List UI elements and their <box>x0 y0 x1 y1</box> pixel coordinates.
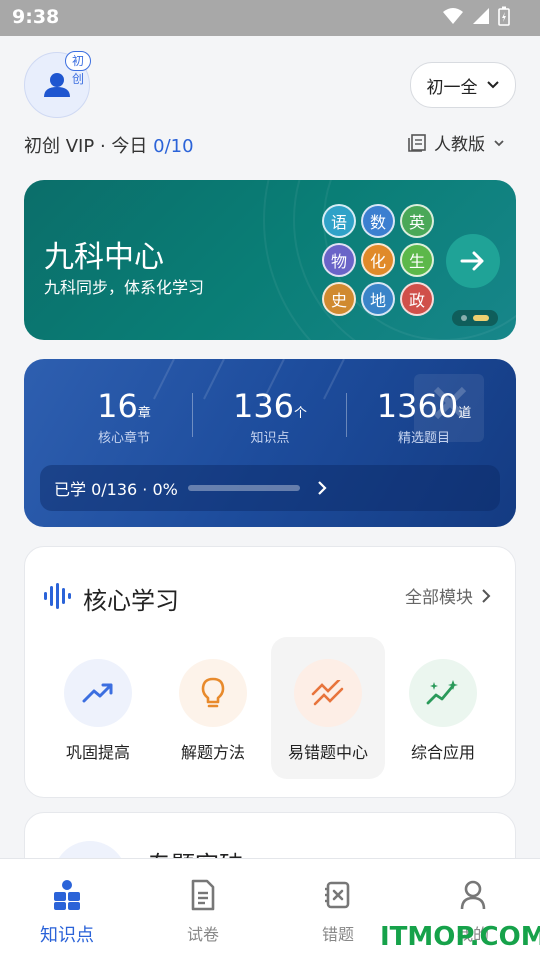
enter-button[interactable] <box>446 234 500 288</box>
today-count: 0/10 <box>153 136 194 157</box>
stat-questions-unit: 道 <box>458 406 472 421</box>
trend-up-icon <box>82 683 113 703</box>
chevron-right-icon <box>482 588 491 603</box>
paper-icon <box>191 879 215 911</box>
wrong-question-icon <box>325 881 350 909</box>
subject-badge: 地 <box>361 282 395 316</box>
stat-chapters-unit: 章 <box>137 406 151 421</box>
stat-questions-label: 精选题目 <box>397 431 450 446</box>
subject-badge: 数 <box>361 204 395 238</box>
grade-selector[interactable]: 初一全 <box>410 62 516 108</box>
lightbulb-icon <box>201 677 225 708</box>
subject-badge: 政 <box>400 282 434 316</box>
module-icon-circle <box>294 659 362 727</box>
wifi-icon <box>443 8 463 24</box>
stat-questions-num: 1360 <box>376 387 459 425</box>
tab-knowledge[interactable]: 知识点 <box>22 877 112 947</box>
stat-chapters-num: 16 <box>97 387 138 425</box>
knowledge-icon <box>54 880 80 910</box>
chevron-down-icon <box>494 139 504 146</box>
subject-badge: 化 <box>361 243 395 277</box>
carousel-indicator <box>452 310 498 326</box>
sparkle-chart-icon <box>426 680 458 705</box>
book-icon <box>408 133 426 152</box>
stat-divider <box>346 393 347 437</box>
module-label: 解题方法 <box>180 743 245 762</box>
profile-icon <box>460 880 486 910</box>
indicator-dot <box>461 315 467 321</box>
banner-subtitle: 九科同步，体系化学习 <box>44 278 205 297</box>
avatar[interactable]: 初创 <box>24 51 92 118</box>
tab-label: 知识点 <box>40 925 94 946</box>
arrow-right-icon <box>460 251 484 271</box>
signal-icon <box>473 8 489 24</box>
separator-dot: · <box>99 136 112 157</box>
chevron-right-icon <box>318 481 327 495</box>
stat-divider <box>192 393 193 437</box>
all-modules-label: 全部模块 <box>405 588 473 608</box>
progress-track <box>187 485 300 491</box>
stats-card[interactable]: 16章 核心章节 136个 知识点 1360道 精选题目 已学 0/136 · … <box>24 359 516 527</box>
progress-text: 已学 0/136 · 0% <box>54 480 178 499</box>
edition-label: 人教版 <box>434 135 485 155</box>
tab-label: 试卷 <box>186 925 219 944</box>
module-error-center[interactable]: 易错题中心 <box>271 637 385 779</box>
module-icon-circle <box>64 659 132 727</box>
tab-wrong-questions[interactable]: 错题 <box>293 877 383 945</box>
watermark: ITMOP.COM <box>380 922 540 952</box>
module-icon-circle <box>179 659 247 727</box>
vip-info: 初创 VIP · 今日 0/10 <box>24 132 194 158</box>
tab-papers[interactable]: 试卷 <box>158 877 248 945</box>
status-bar: 9:38 <box>0 0 540 36</box>
stat-points-label: 知识点 <box>250 431 290 446</box>
status-time: 9:38 <box>12 6 60 28</box>
grade-label: 初一全 <box>426 77 478 98</box>
module-label: 巩固提高 <box>65 743 130 762</box>
edition-selector[interactable]: 人教版 <box>408 130 505 155</box>
module-comprehensive[interactable]: 综合应用 <box>386 637 500 779</box>
sound-wave-icon <box>44 583 71 609</box>
status-icons <box>442 6 510 26</box>
section-title: 核心学习 <box>83 587 179 615</box>
subject-badge: 史 <box>322 282 356 316</box>
nine-subject-banner[interactable]: 九科中心 九科同步，体系化学习 语数英物化生史地政 <box>24 180 516 340</box>
stat-questions: 1360道 精选题目 <box>374 387 474 446</box>
module-consolidate[interactable]: 巩固提高 <box>41 637 155 779</box>
zigzag-icon <box>311 680 344 706</box>
stat-points-num: 136 <box>232 387 295 425</box>
stat-points: 136个 知识点 <box>220 387 320 446</box>
learning-progress[interactable]: 已学 0/136 · 0% <box>40 465 500 511</box>
indicator-dot-active <box>473 315 489 321</box>
module-icon-circle <box>409 659 477 727</box>
vip-label: 初创 VIP <box>24 136 95 157</box>
module-methods[interactable]: 解题方法 <box>156 637 270 779</box>
subject-badge: 语 <box>322 204 356 238</box>
module-label: 综合应用 <box>410 743 475 762</box>
subject-badge: 生 <box>400 243 434 277</box>
chevron-down-icon <box>486 81 499 89</box>
subject-badge: 英 <box>400 204 434 238</box>
banner-title: 九科中心 <box>44 240 164 275</box>
stat-points-unit: 个 <box>294 406 308 421</box>
battery-icon <box>498 6 510 26</box>
tab-label: 错题 <box>321 925 354 944</box>
avatar-tag: 初创 <box>65 51 92 86</box>
today-label: 今日 <box>111 136 148 157</box>
stat-chapters-label: 核心章节 <box>97 431 150 446</box>
core-learning-section: 核心学习 全部模块 巩固提高 解题方法 易错题中心 综合应用 <box>24 546 516 798</box>
stat-chapters: 16章 核心章节 <box>74 387 174 446</box>
module-label: 易错题中心 <box>287 743 368 762</box>
all-modules-link[interactable]: 全部模块 <box>405 583 491 608</box>
subject-badge: 物 <box>322 243 356 277</box>
